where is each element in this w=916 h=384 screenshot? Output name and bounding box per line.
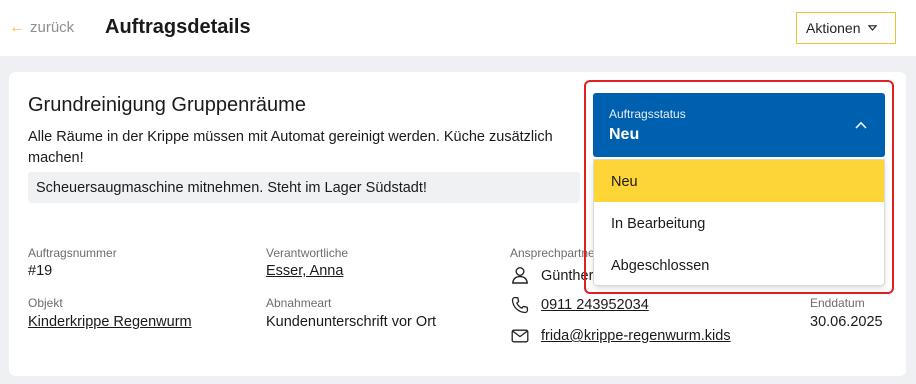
job-title: Grundreinigung Gruppenräume [28,94,306,116]
actions-button[interactable]: Aktionen [796,12,896,44]
acceptance-value: Kundenunterschrift vor Ort [266,314,437,330]
status-dropdown-toggle[interactable]: Auftragsstatus Neu [593,93,885,157]
responsible-link[interactable]: Esser, Anna [266,263,343,279]
arrow-left-icon: ← [9,18,25,36]
end-date-label: Enddatum [810,296,865,310]
mail-icon [511,329,529,343]
order-number-label: Auftragsnummer [28,246,117,260]
status-option-neu[interactable]: Neu [594,160,884,202]
person-icon [512,267,528,284]
status-current-value: Neu [609,126,640,143]
end-date-value: 30.06.2025 [810,314,883,330]
object-link[interactable]: Kinderkrippe Regenwurm [28,314,192,330]
status-options-list: Neu In Bearbeitung Abgeschlossen [593,159,885,286]
job-note: Scheuersaugmaschine mitnehmen. Steht im … [28,172,580,203]
phone-icon [511,296,529,314]
caret-down-icon [868,25,878,31]
chevron-up-icon [855,121,867,129]
responsible-label: Verantwortliche [266,246,349,260]
back-link[interactable]: ← zurück [9,19,74,36]
actions-label: Aktionen [806,20,861,36]
acceptance-label: Abnahmeart [266,296,332,310]
object-label: Objekt [28,296,63,310]
status-option-in-bearbeitung[interactable]: In Bearbeitung [594,202,884,244]
back-label: zurück [30,19,75,36]
page-title: Auftragsdetails [105,16,251,38]
order-number-value: #19 [28,263,53,279]
status-label: Auftragsstatus [609,107,686,121]
job-description: Alle Räume in der Krippe müssen mit Auto… [28,129,553,166]
top-bar: ← zurück Auftragsdetails Aktionen [0,0,916,56]
status-option-abgeschlossen[interactable]: Abgeschlossen [594,244,884,286]
contact-email-link[interactable]: frida@krippe-regenwurm.kids [541,328,731,344]
contact-phone-link[interactable]: 0911 243952034 [541,297,649,313]
